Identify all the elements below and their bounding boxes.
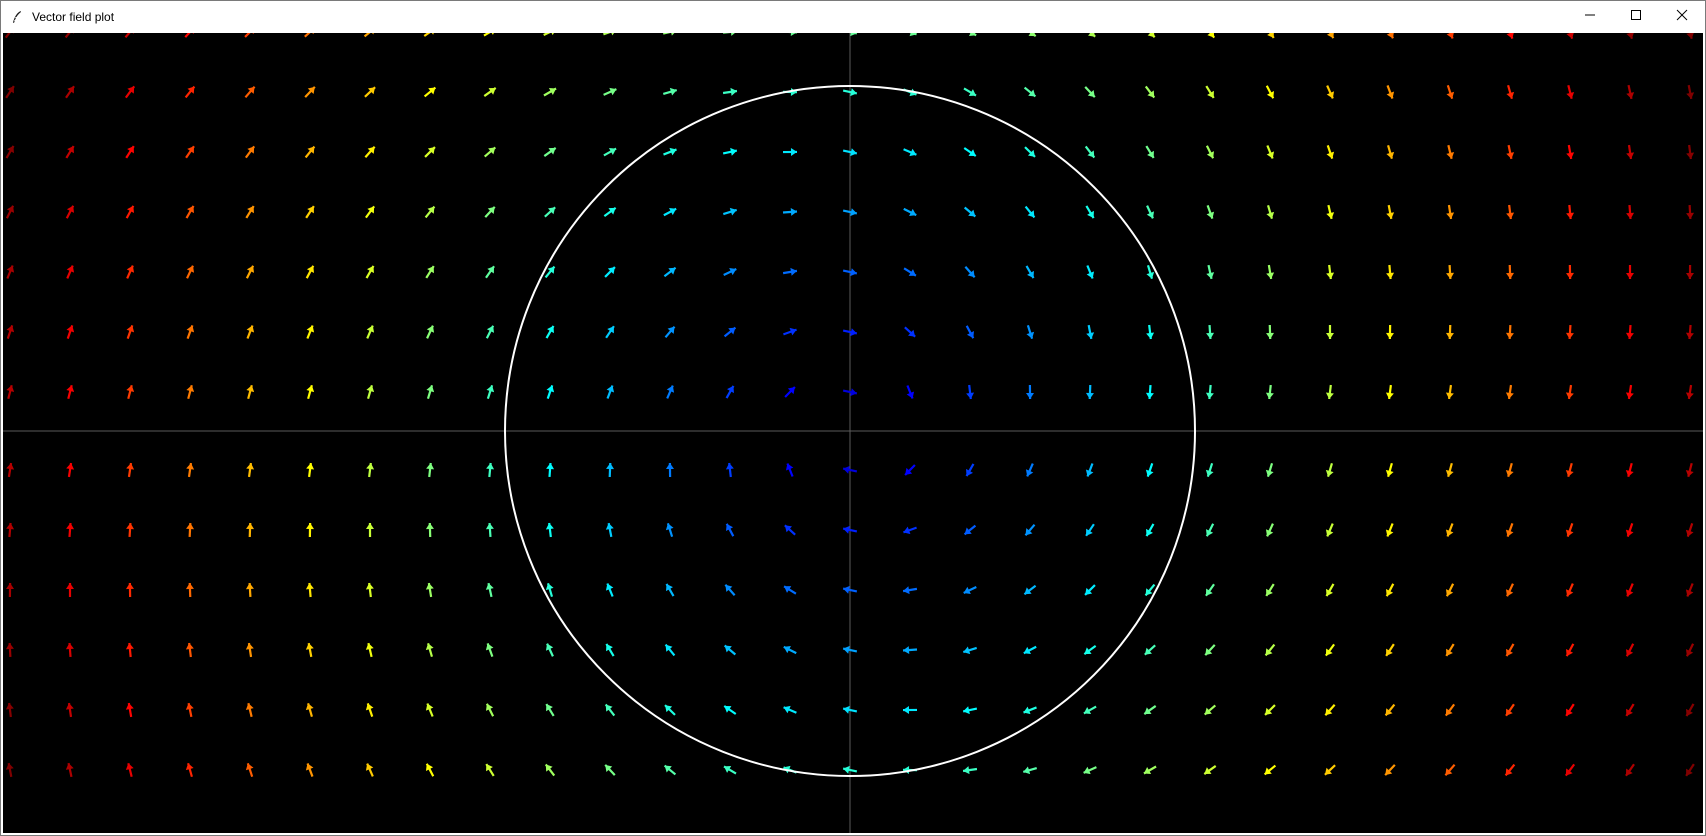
maximize-icon <box>1630 8 1642 26</box>
title-bar[interactable]: Vector field plot <box>1 1 1705 32</box>
vector-field-svg <box>3 33 1703 833</box>
minimize-icon <box>1584 8 1596 26</box>
close-icon <box>1676 8 1688 26</box>
window-controls <box>1567 1 1705 32</box>
window-title: Vector field plot <box>32 9 115 24</box>
feather-icon <box>9 9 25 25</box>
app-window: Vector field plot <box>0 0 1706 836</box>
maximize-button[interactable] <box>1613 1 1659 32</box>
plot-canvas[interactable] <box>3 33 1703 833</box>
close-button[interactable] <box>1659 1 1705 32</box>
minimize-button[interactable] <box>1567 1 1613 32</box>
